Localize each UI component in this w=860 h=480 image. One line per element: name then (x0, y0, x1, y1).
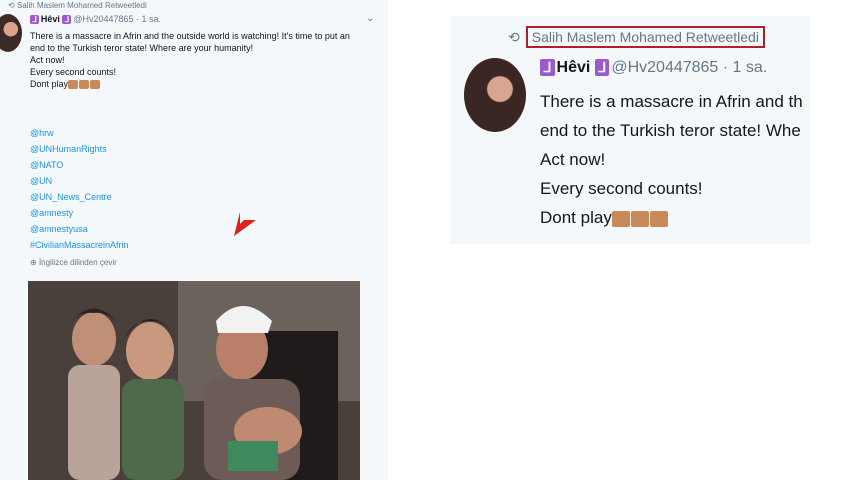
tweet-text: There is a massacre in Afrin and th end … (540, 87, 810, 232)
retweet-icon: ⟲ (8, 1, 15, 10)
tweet-text-line: Every second counts! (30, 67, 117, 77)
retweet-label: Salih Maslem Mohamed Retweetledi (16, 1, 147, 10)
translate-link[interactable]: ⊕ İngilizce dilinden çevir (30, 258, 117, 267)
mention-link[interactable]: @amnesty (30, 205, 129, 221)
hashtag-link[interactable]: #CivilianMassacreinAfrin (30, 237, 129, 253)
chevron-down-icon[interactable]: ⌄ (366, 13, 374, 24)
tweet-text-line: Act now! (30, 55, 65, 65)
avatar[interactable] (0, 14, 22, 52)
profile-badge-icon: ᒧ (540, 59, 555, 76)
children-photo-image (28, 281, 360, 480)
mention-link[interactable]: @UN_News_Centre (30, 189, 129, 205)
retweet-icon: ⟲ (508, 29, 520, 45)
mention-link[interactable]: @UNHumanRights (30, 141, 129, 157)
profile-badge-icon: ᒧ (62, 15, 72, 24)
tweet-photo[interactable] (28, 281, 360, 480)
mentions-list: @hrw @UNHumanRights @NATO @UN @UN_News_C… (30, 125, 129, 253)
tweet-text-line: There is a massacre in Afrin and th (540, 92, 803, 111)
tweet-text-line: Act now! (540, 150, 606, 169)
globe-icon: ⊕ (30, 258, 37, 267)
profile-badge-icon: ᒧ (594, 59, 610, 76)
tweet-header: ᒧ Hêvi ᒧ @Hv20447865 · 1 sa. (540, 59, 767, 77)
tweet-time[interactable]: · 1 sa. (136, 14, 161, 24)
tweet-text-line: end to the Turkish teror state! Whe (540, 121, 801, 140)
mention-link[interactable]: @UN (30, 173, 129, 189)
tweet-text: There is a massacre in Afrin and the out… (30, 30, 380, 90)
retweet-label-highlighted: Salih Maslem Mohamed Retweetledi (525, 26, 765, 48)
display-name[interactable]: Hêvi (557, 59, 591, 76)
monkey-emoji-icon (649, 210, 668, 227)
tweet-text-line: Every second counts! (540, 179, 703, 198)
mention-link[interactable]: @hrw (30, 125, 129, 141)
tweet-time[interactable]: · 1 sa. (723, 59, 767, 76)
display-name[interactable]: Hêvi (41, 14, 60, 24)
handle[interactable]: @Hv20447865 (73, 14, 133, 24)
mention-link[interactable]: @amnestyusa (30, 221, 129, 237)
tweet-text-line: Dont play (30, 78, 380, 90)
monkey-emoji-icon (90, 80, 101, 90)
tweet-text-line-label: Dont play (540, 208, 612, 227)
handle[interactable]: @Hv20447865 (611, 59, 718, 76)
tweet-text-line: There is a massacre in Afrin and the out… (30, 31, 350, 41)
monkey-emoji-icon (68, 80, 79, 90)
avatar[interactable] (464, 58, 526, 132)
tweet-header: ᒧ Hêvi ᒧ @Hv20447865 · 1 sa. (30, 14, 161, 24)
red-arrow-icon (234, 186, 278, 236)
tweet-text-line: Dont play (540, 203, 810, 232)
retweet-context[interactable]: ⟲ Salih Maslem Mohamed Retweetledi (508, 26, 765, 48)
translate-label: İngilizce dilinden çevir (38, 258, 117, 267)
left-tweet-panel: ⟲ Salih Maslem Mohamed Retweetledi ᒧ Hêvi… (0, 0, 388, 480)
monkey-emoji-icon (611, 210, 630, 227)
mention-link[interactable]: @NATO (30, 157, 129, 173)
profile-badge-icon: ᒧ (30, 15, 39, 24)
right-tweet-panel: ⟲ Salih Maslem Mohamed Retweetledi ᒧ Hêvi … (450, 16, 810, 244)
retweet-context[interactable]: ⟲ Salih Maslem Mohamed Retweetledi (8, 1, 147, 10)
monkey-emoji-icon (630, 210, 649, 227)
tweet-text-line-label: Dont play (30, 79, 69, 89)
tweet-text-line: end to the Turkish teror state! Where ar… (30, 43, 254, 53)
monkey-emoji-icon (79, 80, 90, 90)
